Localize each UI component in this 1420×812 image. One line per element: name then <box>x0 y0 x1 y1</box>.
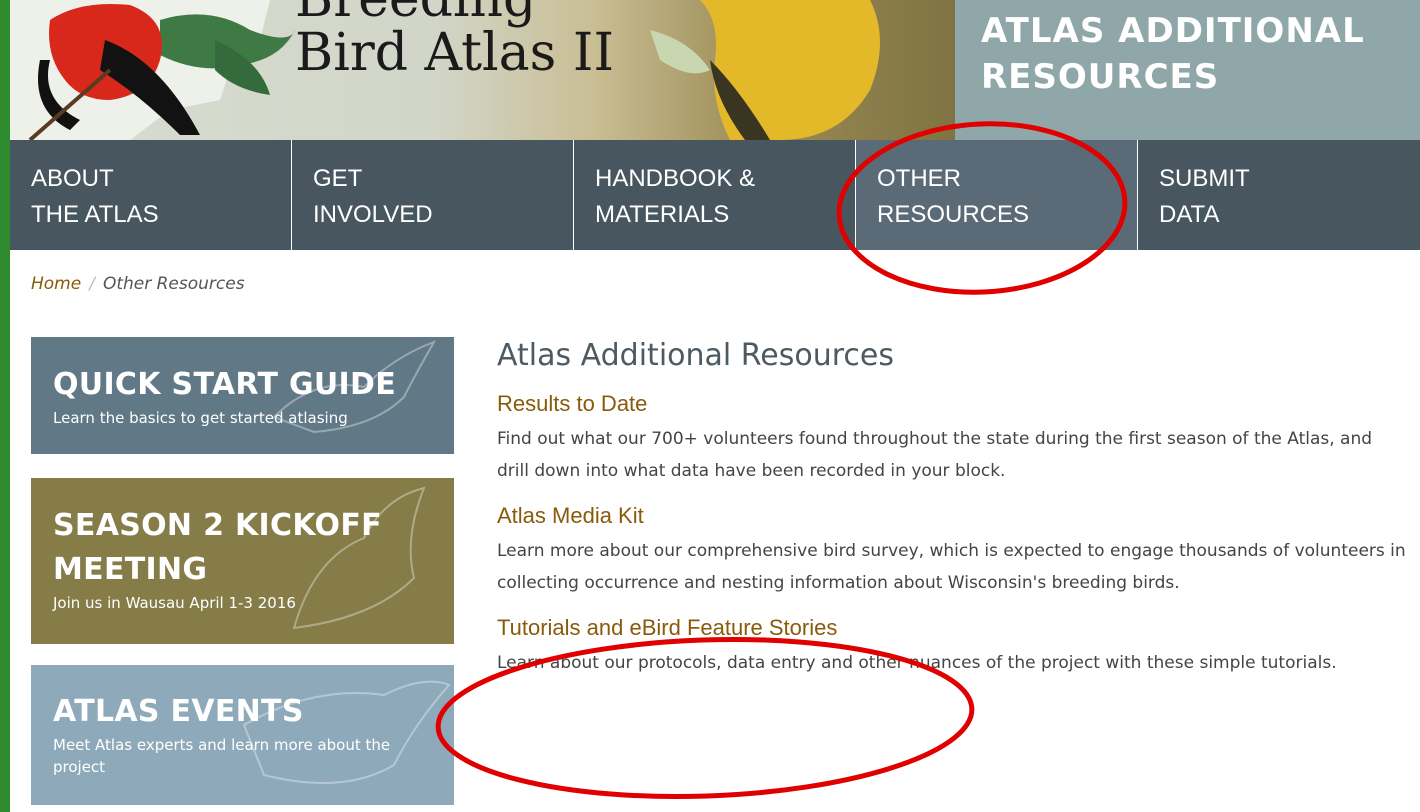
card-title-line1: SEASON 2 KICKOFF <box>53 508 382 543</box>
nav-item-submit-data[interactable]: SUBMIT DATA <box>1138 140 1420 250</box>
quick-start-guide-card[interactable]: QUICK START GUIDE Learn the basics to ge… <box>31 337 454 454</box>
nav-label-line1: OTHER <box>877 165 961 192</box>
nav-item-handbook-materials[interactable]: HANDBOOK & MATERIALS <box>574 140 856 250</box>
logo-title-line2: Bird Atlas II <box>295 23 614 83</box>
nav-label-line1: SUBMIT <box>1159 165 1250 192</box>
nav-label-line1: HANDBOOK & <box>595 165 756 192</box>
card-title: QUICK START GUIDE <box>53 367 396 402</box>
nav-label-line2: MATERIALS <box>595 201 730 228</box>
card-subtitle: Learn the basics to get started atlasing <box>53 409 348 427</box>
banner-artwork: Breeding Bird Atlas II <box>10 0 955 140</box>
page-banner-title: ATLAS ADDITIONAL RESOURCES <box>955 0 1420 140</box>
resource-description: Learn about our protocols, data entry an… <box>497 653 1337 673</box>
site-logo-title[interactable]: Breeding Bird Atlas II <box>295 0 614 80</box>
card-title: ATLAS EVENTS <box>53 694 304 729</box>
banner-title-line1: ATLAS ADDITIONAL <box>981 11 1365 51</box>
nav-item-get-involved[interactable]: GET INVOLVED <box>292 140 574 250</box>
nav-label-line2: DATA <box>1159 201 1220 228</box>
nav-label-line1: ABOUT <box>31 165 114 192</box>
page: Breeding Bird Atlas II ATLAS ADDITIONAL … <box>10 0 1420 812</box>
resource-link-results-to-date[interactable]: Results to Date <box>497 389 1407 419</box>
card-title-line2: MEETING <box>53 552 208 587</box>
card-subtitle-line1: Meet Atlas experts and learn more about … <box>53 736 391 754</box>
breadcrumb-current: Other Resources <box>102 274 245 294</box>
breadcrumb: Home / Other Resources <box>31 274 245 294</box>
nav-label-line2: RESOURCES <box>877 201 1030 228</box>
resource-link-tutorials[interactable]: Tutorials and eBird Feature Stories <box>497 613 1407 643</box>
resource-description: Learn more about our comprehensive bird … <box>497 541 1406 593</box>
page-title: Atlas Additional Resources <box>497 338 894 373</box>
site-banner: Breeding Bird Atlas II ATLAS ADDITIONAL … <box>10 0 1420 140</box>
nav-label-line2: INVOLVED <box>313 201 433 228</box>
card-subtitle-line2: project <box>53 758 106 776</box>
main-content: Atlas Additional Resources Results to Da… <box>497 338 1407 693</box>
breadcrumb-separator: / <box>89 274 95 294</box>
main-nav: ABOUT THE ATLAS GET INVOLVED HANDBOOK & … <box>10 140 1420 250</box>
season-2-kickoff-card[interactable]: SEASON 2 KICKOFF MEETING Join us in Waus… <box>31 478 454 644</box>
banner-title-line2: RESOURCES <box>981 57 1220 97</box>
nav-item-other-resources[interactable]: OTHER RESOURCES <box>856 140 1138 250</box>
nav-item-about-the-atlas[interactable]: ABOUT THE ATLAS <box>10 140 292 250</box>
resource-link-atlas-media-kit[interactable]: Atlas Media Kit <box>497 501 1407 531</box>
resource-description: Find out what our 700+ volunteers found … <box>497 429 1373 481</box>
atlas-events-card[interactable]: ATLAS EVENTS Meet Atlas experts and lear… <box>31 665 454 805</box>
card-subtitle: Join us in Wausau April 1-3 2016 <box>53 594 296 612</box>
nav-label-line1: GET <box>313 165 363 192</box>
breadcrumb-home-link[interactable]: Home <box>31 274 81 294</box>
nav-label-line2: THE ATLAS <box>31 201 159 228</box>
